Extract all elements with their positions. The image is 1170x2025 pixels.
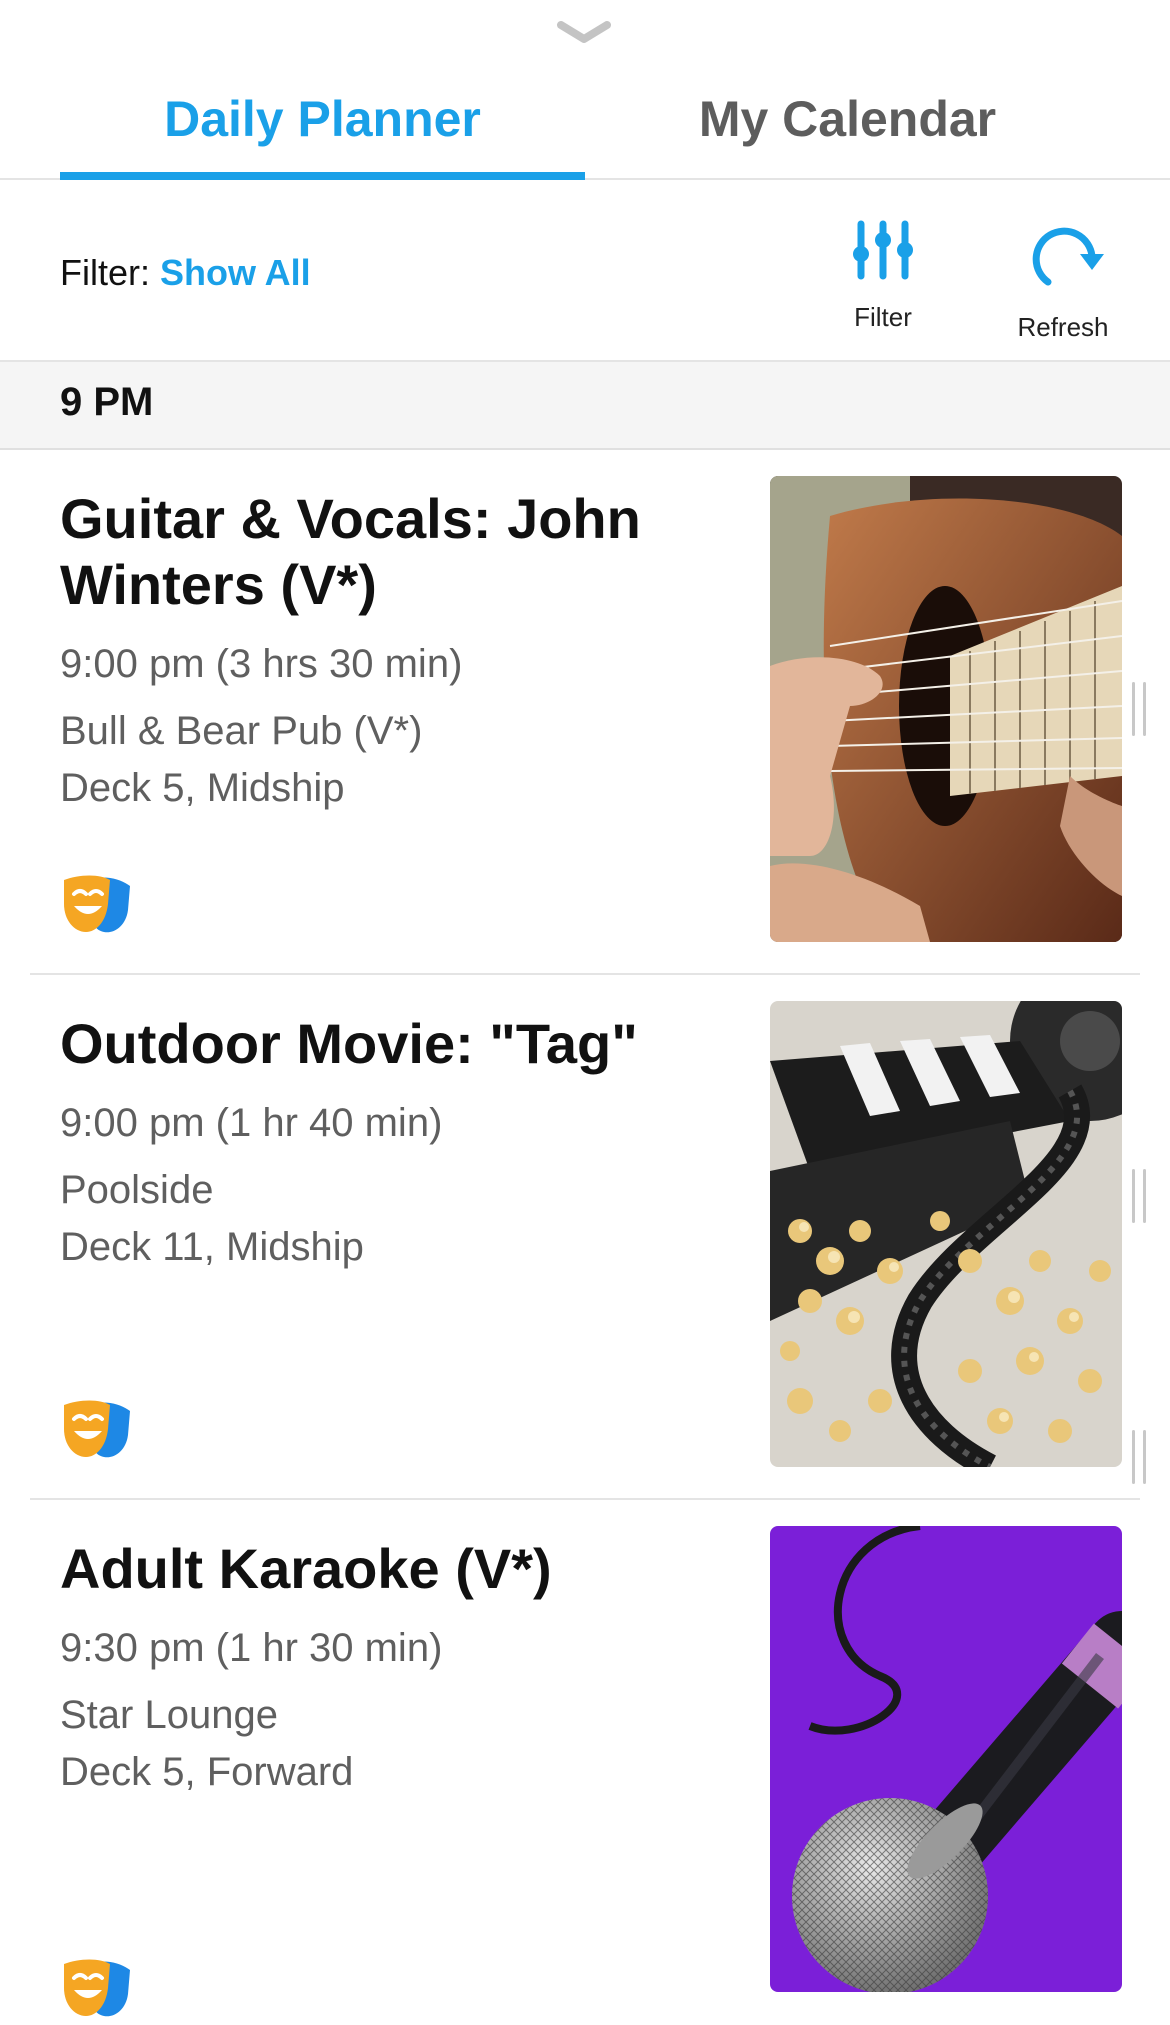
event-card[interactable]: Adult Karaoke (V*) 9:30 pm (1 hr 30 min)…	[0, 1430, 1170, 2025]
chevron-down-icon[interactable]	[555, 18, 613, 48]
event-time: 9:00 pm (3 hrs 30 min)	[60, 642, 463, 686]
event-title: Guitar & Vocals: John Winters (V*)	[60, 487, 641, 616]
theater-masks-icon	[60, 1397, 140, 1466]
filter-button-label: Filter	[854, 302, 912, 332]
event-time: 9:00 pm (1 hr 40 min)	[60, 1101, 443, 1145]
event-venue: Star Lounge	[60, 1693, 278, 1737]
scroll-grip[interactable]	[1132, 1169, 1146, 1223]
tab-my-calendar[interactable]: My Calendar	[585, 60, 1110, 178]
filter-prefix: Filter:	[60, 252, 150, 293]
time-section-header: 9 PM	[0, 362, 1170, 450]
event-venue: Bull & Bear Pub (V*)	[60, 709, 423, 753]
event-title: Outdoor Movie: "Tag"	[60, 1012, 638, 1075]
event-location: Deck 5, Forward	[60, 1750, 354, 1794]
filter-status: Filter: Show All	[60, 252, 311, 294]
scroll-grip[interactable]	[1132, 682, 1146, 736]
refresh-button[interactable]: Refresh	[988, 220, 1138, 343]
scroll-grip[interactable]	[1132, 1430, 1146, 1484]
event-card[interactable]: Outdoor Movie: "Tag" 9:00 pm (1 hr 40 mi…	[0, 975, 1170, 1500]
filter-button[interactable]: Filter	[808, 220, 958, 333]
time-section-label: 9 PM	[60, 380, 154, 424]
event-title: Adult Karaoke (V*)	[60, 1537, 552, 1600]
theater-masks-icon	[60, 1956, 140, 2025]
event-card[interactable]: Guitar & Vocals: John Winters (V*) 9:00 …	[0, 450, 1170, 975]
guitar-photo	[770, 476, 1122, 942]
filter-value-link[interactable]: Show All	[160, 252, 311, 293]
movie-popcorn-photo	[770, 1001, 1122, 1467]
refresh-button-label: Refresh	[1017, 312, 1109, 342]
filter-bar: Filter: Show All Filter Refresh	[0, 180, 1170, 362]
event-location: Deck 11, Midship	[60, 1225, 364, 1269]
theater-masks-icon	[60, 872, 140, 941]
tab-daily-planner[interactable]: Daily Planner	[60, 60, 585, 180]
event-time: 9:30 pm (1 hr 30 min)	[60, 1626, 443, 1670]
tab-bar: Daily Planner My Calendar	[0, 60, 1170, 180]
microphone-photo	[770, 1526, 1122, 1992]
refresh-icon	[1018, 220, 1108, 290]
event-venue: Poolside	[60, 1168, 214, 1212]
event-location: Deck 5, Midship	[60, 766, 345, 810]
sliders-icon	[851, 220, 915, 280]
